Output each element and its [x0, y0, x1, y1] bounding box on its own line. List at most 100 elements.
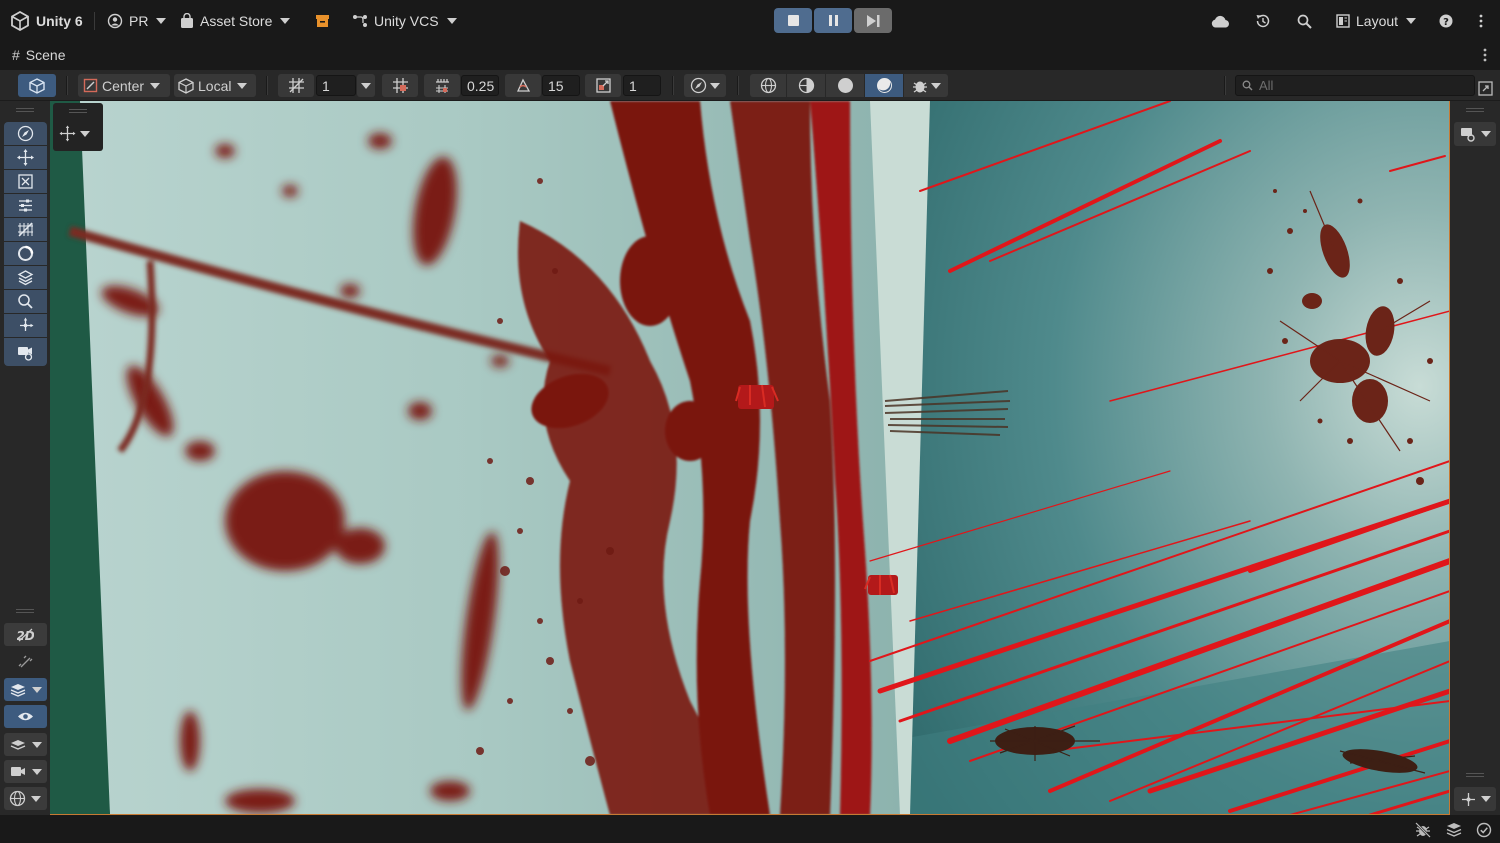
rotate-snap-value[interactable]: 15: [542, 75, 580, 96]
shaded-button[interactable]: [826, 74, 864, 97]
step-forward-icon: [867, 14, 880, 27]
scale-snap-value[interactable]: 1: [623, 75, 661, 96]
status-ok-button[interactable]: [1476, 822, 1492, 841]
view-tool-icon: [17, 125, 34, 142]
view-tool-button[interactable]: [4, 122, 47, 145]
gizmos-dropdown[interactable]: [4, 787, 47, 810]
transform-tool-button[interactable]: [4, 242, 47, 265]
scale-snap-icon-button[interactable]: [585, 74, 621, 97]
zoom-tool-button[interactable]: [4, 290, 47, 313]
eye-icon: [18, 712, 33, 721]
grid-axis-value[interactable]: 1: [316, 75, 356, 96]
debug-draw-mode-dropdown[interactable]: [904, 74, 948, 97]
rotate-snap-field[interactable]: 15: [542, 74, 580, 97]
unity-logo-menu[interactable]: Unity 6: [10, 11, 83, 31]
camera-tool-button[interactable]: [4, 338, 47, 366]
scene-search-input[interactable]: All: [1235, 75, 1475, 96]
move-snap-value[interactable]: 0.25: [461, 75, 499, 96]
layout-icon: [1336, 14, 1350, 28]
hash-icon: #: [12, 47, 20, 63]
help-button[interactable]: ?: [1439, 11, 1453, 31]
grid-snap-button[interactable]: [382, 74, 418, 97]
maximize-view-button[interactable]: [1478, 77, 1493, 100]
wireframe-sphere-icon: [760, 77, 776, 94]
drag-handle[interactable]: [69, 109, 87, 113]
layout-dropdown[interactable]: Layout: [1336, 11, 1417, 31]
layers-stack-icon: [1446, 823, 1462, 837]
grid-visibility-button[interactable]: [278, 74, 314, 97]
divider: [737, 76, 739, 95]
step-button[interactable]: [854, 8, 892, 33]
gizmo-2d-button[interactable]: 2D: [4, 623, 47, 646]
pivot-tool-icon: [20, 317, 34, 331]
branch-icon: [353, 15, 367, 27]
local-cube-icon: [178, 77, 194, 94]
search-button[interactable]: [1297, 11, 1312, 31]
chevron-down-icon: [1480, 796, 1491, 802]
move-tool-icon: [17, 149, 34, 166]
background-tasks-button[interactable]: [1446, 822, 1462, 841]
shaded-wireframe-button[interactable]: [787, 74, 825, 97]
account-dropdown[interactable]: PR: [107, 11, 167, 31]
rotate-tool-icon: [18, 174, 33, 189]
pivot-tool-button[interactable]: [4, 314, 47, 337]
lit-shading-button[interactable]: [865, 74, 903, 97]
rect-tool-button[interactable]: [4, 218, 47, 241]
scene-camera-dropdown[interactable]: [4, 760, 47, 783]
shaded-wireframe-sphere-icon: [798, 77, 814, 94]
tools-overlay-panel: 2D: [0, 101, 50, 815]
expand-icon: [1478, 81, 1493, 96]
debug-off-button[interactable]: [1415, 822, 1431, 841]
orientation-gizmo-dropdown[interactable]: [1454, 787, 1496, 811]
package-button[interactable]: [315, 11, 330, 31]
more-menu-button[interactable]: [1478, 11, 1484, 31]
version-control-dropdown[interactable]: Unity VCS: [352, 11, 457, 31]
drag-handle[interactable]: [16, 108, 34, 112]
lighting-toggle-button[interactable]: [4, 651, 47, 674]
scene-visibility-button[interactable]: [4, 705, 47, 728]
view-mode-3d-button[interactable]: [18, 74, 56, 97]
chevron-down-icon: [280, 18, 291, 24]
overlay-move-dropdown[interactable]: [59, 125, 90, 142]
svg-text:?: ?: [1443, 17, 1449, 28]
drag-handle[interactable]: [1466, 773, 1484, 777]
move-snap-field[interactable]: 0.25: [461, 74, 499, 97]
camera-settings-dropdown[interactable]: [1454, 122, 1496, 146]
pause-button[interactable]: [814, 8, 852, 33]
custom-tool-button[interactable]: [4, 266, 47, 289]
layers-dropdown[interactable]: [4, 733, 47, 756]
tools-overlay-dropdown[interactable]: [684, 74, 726, 97]
chevron-down-icon: [31, 795, 41, 802]
tab-more-button[interactable]: [1482, 48, 1488, 65]
gizmos-icon: [9, 790, 26, 807]
pivot-mode-dropdown[interactable]: Center: [78, 74, 170, 97]
help-icon: ?: [1439, 14, 1453, 28]
drag-handle[interactable]: [16, 609, 34, 613]
effects-icon: [10, 683, 26, 697]
pivot-rotation-dropdown[interactable]: Local: [174, 74, 256, 97]
tab-scene[interactable]: # Scene: [12, 47, 66, 63]
rotate-snap-icon-button[interactable]: [505, 74, 541, 97]
history-button[interactable]: [1255, 11, 1271, 31]
chevron-down-icon: [446, 18, 457, 24]
bug-off-icon: [1415, 822, 1431, 838]
increment-snap-button[interactable]: [424, 74, 460, 97]
rotate-tool-button[interactable]: [4, 170, 47, 193]
play-button[interactable]: [774, 8, 812, 33]
drag-handle[interactable]: [1466, 108, 1484, 112]
asset-store-dropdown[interactable]: Asset Store: [180, 11, 291, 31]
transform-tool-icon: [18, 245, 34, 261]
move-tool-button[interactable]: [4, 146, 47, 169]
wireframe-shading-button[interactable]: [750, 74, 786, 97]
cloud-button[interactable]: [1211, 11, 1230, 31]
effects-dropdown[interactable]: [4, 678, 47, 701]
grid-settings-dropdown[interactable]: [357, 74, 375, 97]
app-title: Unity 6: [36, 13, 83, 29]
rotate-snap-icon: [516, 78, 530, 92]
scale-tool-button[interactable]: [4, 194, 47, 217]
chevron-down-icon: [237, 82, 248, 89]
scale-snap-field[interactable]: 1: [623, 74, 661, 97]
grid-axis-field[interactable]: 1: [316, 74, 356, 97]
playmode-controls: [774, 8, 892, 33]
scene-viewport[interactable]: [50, 101, 1450, 815]
